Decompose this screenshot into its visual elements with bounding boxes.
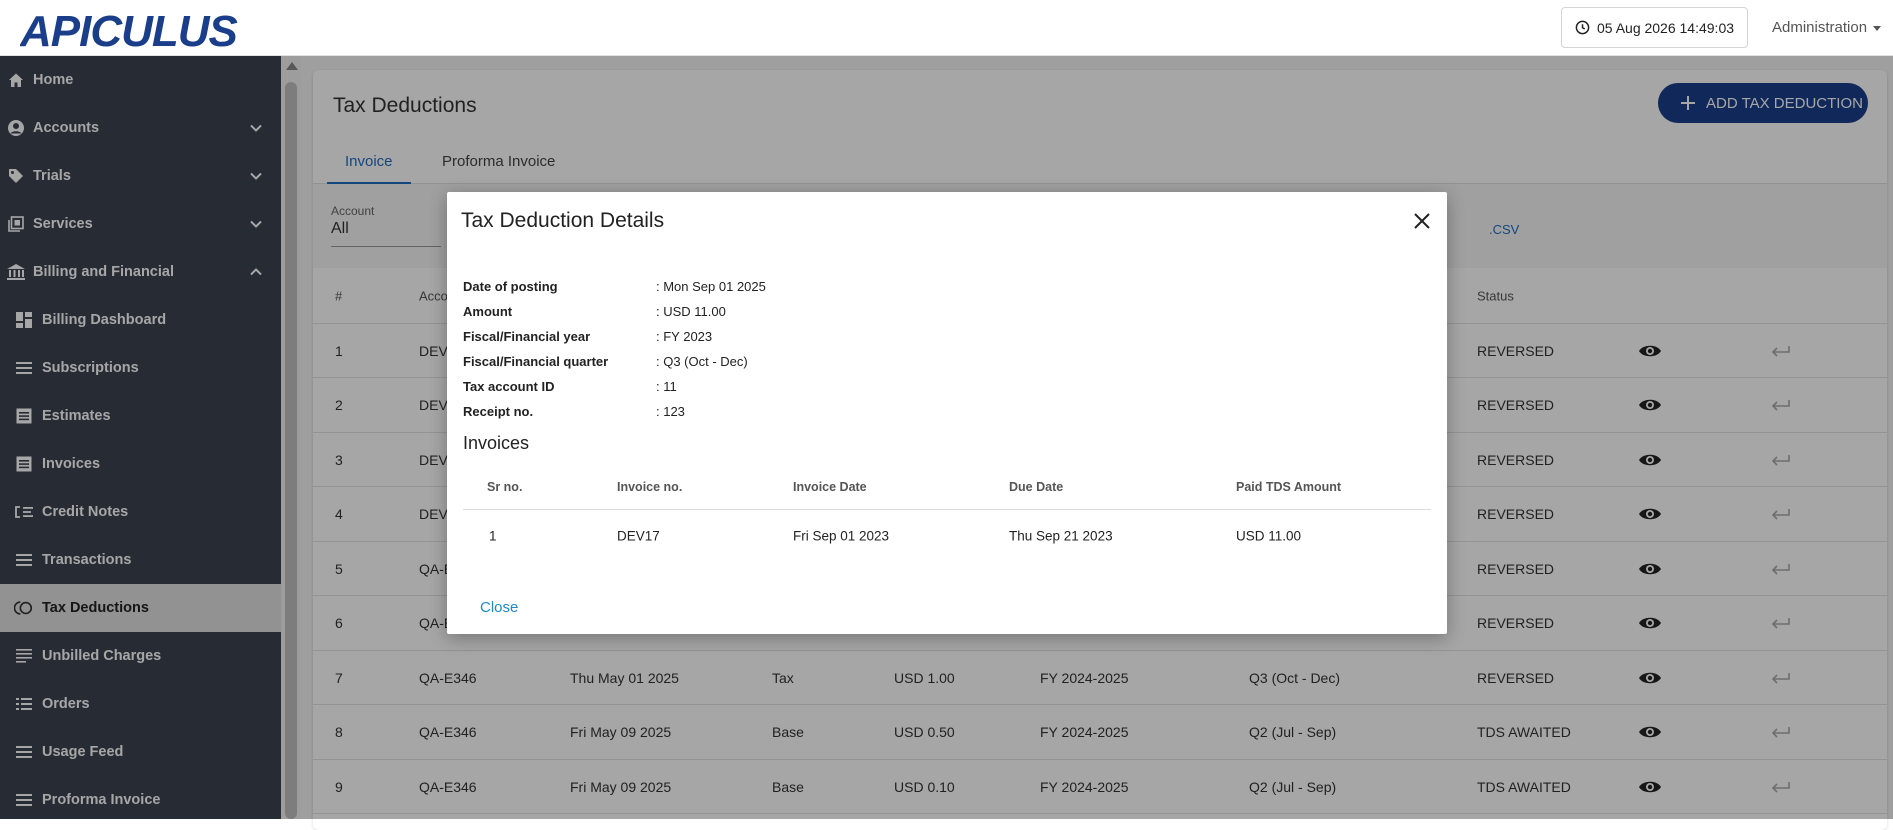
- datetime-display: 05 Aug 2026 14:49:03: [1561, 7, 1748, 48]
- cell-invoice-date: Fri Sep 01 2023: [793, 528, 890, 544]
- logo-text: APICULUS: [20, 7, 238, 50]
- user-menu-label: Administration: [1772, 19, 1868, 36]
- header-sr-no: Sr no.: [487, 479, 523, 494]
- detail-key: Receipt no.: [463, 404, 534, 419]
- detail-key: Date of posting: [463, 279, 558, 294]
- tax-deduction-details-modal: Tax Deduction Details Date of posting : …: [447, 192, 1447, 634]
- table-row: 1 DEV17 Fri Sep 01 2023 Thu Sep 21 2023 …: [463, 510, 1431, 562]
- detail-value: : 123: [656, 404, 685, 419]
- detail-key: Amount: [463, 304, 513, 319]
- close-button[interactable]: Close: [480, 599, 518, 616]
- apiculus-logo[interactable]: APICULUS: [20, 6, 260, 50]
- cell-invoice-no: DEV17: [617, 528, 660, 544]
- header-invoice-no: Invoice no.: [617, 479, 683, 494]
- invoices-section-title: Invoices: [463, 433, 530, 453]
- detail-value: : Q3 (Oct - Dec): [656, 354, 748, 369]
- cell-sr-no: 1: [489, 528, 497, 544]
- detail-value: : USD 11.00: [656, 304, 726, 319]
- user-menu[interactable]: Administration: [1772, 19, 1882, 36]
- header-due-date: Due Date: [1009, 479, 1064, 494]
- detail-value: : FY 2023: [656, 329, 713, 344]
- caret-down-icon: [1873, 26, 1882, 31]
- datetime-text: 05 Aug 2026 14:49:03: [1597, 19, 1735, 36]
- close-icon[interactable]: [1413, 212, 1431, 230]
- cell-paid-tds-amount: USD 11.00: [1236, 528, 1302, 544]
- detail-key: Fiscal/Financial year: [463, 329, 591, 344]
- invoices-table-header: Sr no. Invoice no. Invoice Date Due Date…: [463, 464, 1431, 510]
- top-header: APICULUS 05 Aug 2026 14:49:03 Administra…: [0, 0, 1893, 56]
- header-paid-tds-amount: Paid TDS Amount: [1236, 479, 1342, 494]
- header-invoice-date: Invoice Date: [793, 479, 867, 494]
- detail-value: : Mon Sep 01 2025: [656, 279, 766, 294]
- detail-value: : 11: [656, 379, 677, 394]
- modal-title: Tax Deduction Details: [461, 209, 665, 232]
- detail-key: Tax account ID: [463, 379, 555, 394]
- detail-key: Fiscal/Financial quarter: [463, 354, 609, 369]
- cell-due-date: Thu Sep 21 2023: [1009, 528, 1113, 544]
- clock-icon: [1575, 20, 1590, 35]
